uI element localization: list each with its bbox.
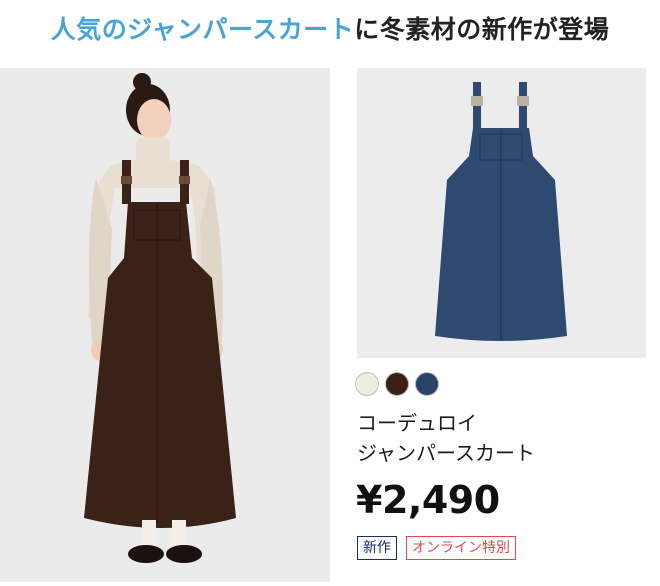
swatch-dark-brown[interactable] [385,372,409,396]
product-photo[interactable] [357,68,646,358]
swatch-off-white[interactable] [355,372,379,396]
headline: 人気のジャンパースカートに冬素材の新作が登場 [0,10,660,46]
jumper-skirt-illustration [357,68,646,358]
product-name-line1: コーデュロイ [357,411,477,435]
product-price: ¥2,490 [356,478,500,522]
model-photo[interactable] [0,68,330,582]
model-illustration [0,68,330,582]
headline-rest: に冬素材の新作が登場 [354,15,610,44]
new-badge: 新作 [357,536,397,560]
online-exclusive-badge: オンライン特別 [406,536,516,560]
color-swatches [355,372,439,398]
badges: 新作 オンライン特別 [357,536,516,560]
headline-accent: 人気のジャンパースカート [50,15,355,44]
swatch-navy[interactable] [415,372,439,396]
product-name[interactable]: コーデュロイ ジャンパースカート [357,408,647,468]
product-name-line2: ジャンパースカート [357,441,535,465]
